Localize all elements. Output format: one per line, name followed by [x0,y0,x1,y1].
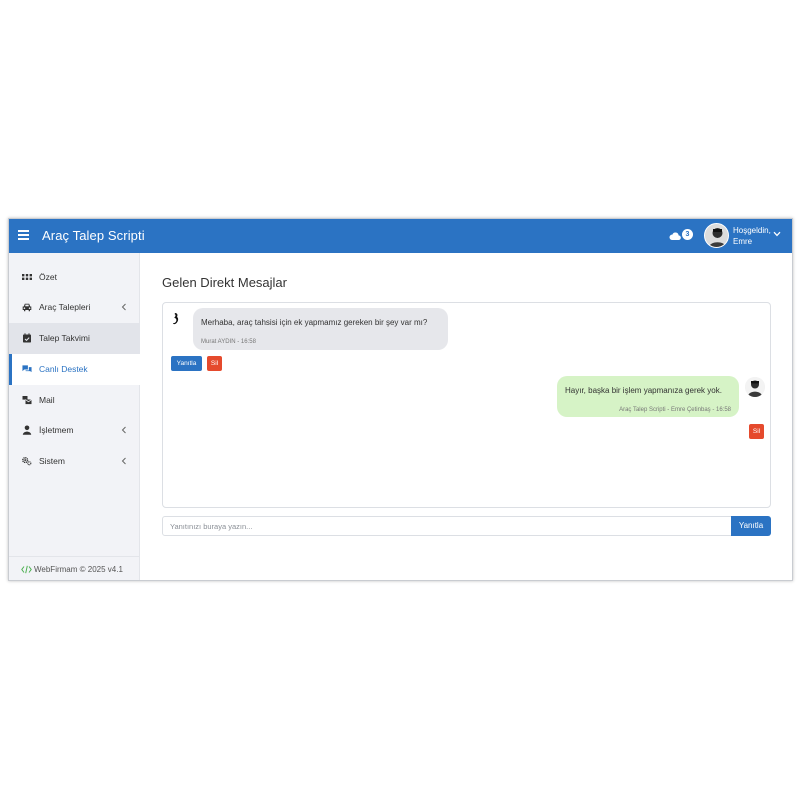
sidebar-item-mail[interactable]: Mail [9,385,140,416]
sidebar: Özet Araç Talepleri Talep Takvimi Canlı … [9,253,140,580]
sidebar-item-ozet[interactable]: Özet [9,262,140,293]
chat-icon [22,365,32,373]
incoming-message-bubble: Merhaba, araç tahsisi için ek yapmamız g… [193,308,448,350]
sidebar-item-label: Talep Takvimi [39,333,90,343]
message-list: Merhaba, araç tahsisi için ek yapmamız g… [162,302,771,508]
notifications-button[interactable]: 3 [669,229,697,243]
sidebar-item-canli-destek[interactable]: Canlı Destek [9,354,140,385]
footer-text: WebFirmam © 2025 v4.1 [34,565,123,574]
sidebar-footer: WebFirmam © 2025 v4.1 [9,556,140,580]
user-icon [22,425,32,435]
user-name: Emre [733,237,753,246]
chevron-left-icon [121,303,126,311]
menu-toggle-icon[interactable] [18,230,29,240]
chevron-left-icon [121,457,126,465]
sidebar-item-label: İşletmem [39,425,74,435]
cloud-icon [669,232,681,241]
sidebar-item-label: Araç Talepleri [39,302,91,312]
chevron-down-icon[interactable] [773,231,781,237]
sidebar-item-sistem[interactable]: Sistem [9,446,140,477]
message-meta: Murat AYDIN - 16:58 [201,339,256,345]
person-silhouette-icon [173,313,179,325]
code-icon [21,565,32,574]
cogs-icon [22,457,32,466]
sidebar-item-talep-takvimi[interactable]: Talep Takvimi [9,323,140,354]
notification-badge: 3 [682,229,693,240]
app-window: Araç Talep Scripti 3 Hoşgeldin, Emre Öze… [8,218,793,581]
message-text: Merhaba, araç tahsisi için ek yapmamız g… [201,318,428,327]
sidebar-item-label: Sistem [39,456,65,466]
user-avatar[interactable] [704,223,729,248]
reply-form: Yanıtla [162,516,771,536]
user-greeting[interactable]: Hoşgeldin, Emre [733,225,771,247]
sidebar-item-label: Mail [39,395,55,405]
reply-input[interactable] [162,516,732,536]
app-title[interactable]: Araç Talep Scripti [42,228,145,243]
car-icon [22,303,32,312]
user-photo-icon [705,224,728,247]
reply-button[interactable]: Yanıtla [171,356,202,371]
message-meta: Araç Talep Scripti - Emre Çetinbaş - 16:… [619,407,731,413]
admin-avatar [745,377,765,397]
delete-button[interactable]: Sil [207,356,222,371]
sidebar-item-arac-talepleri[interactable]: Araç Talepleri [9,292,140,323]
greeting-text: Hoşgeldin, [733,226,771,235]
delete-button[interactable]: Sil [749,424,764,439]
top-navbar: Araç Talep Scripti 3 Hoşgeldin, Emre [9,219,792,253]
chevron-left-icon [121,426,126,434]
main-content: Gelen Direkt Mesajlar Merhaba, araç tahs… [140,253,792,580]
sidebar-item-label: Canlı Destek [39,364,88,374]
message-text: Hayır, başka bir işlem yapmanıza gerek y… [565,386,722,395]
mail-bulk-icon [22,396,32,405]
outgoing-message-bubble: Hayır, başka bir işlem yapmanıza gerek y… [557,376,739,417]
send-reply-button[interactable]: Yanıtla [731,516,771,536]
grid-icon [22,274,32,280]
sidebar-item-isletmem[interactable]: İşletmem [9,415,140,446]
calendar-check-icon [23,333,31,343]
page-title: Gelen Direkt Mesajlar [162,275,287,290]
sender-avatar [167,309,186,328]
sidebar-item-label: Özet [39,272,57,282]
user-photo-icon [745,377,765,397]
